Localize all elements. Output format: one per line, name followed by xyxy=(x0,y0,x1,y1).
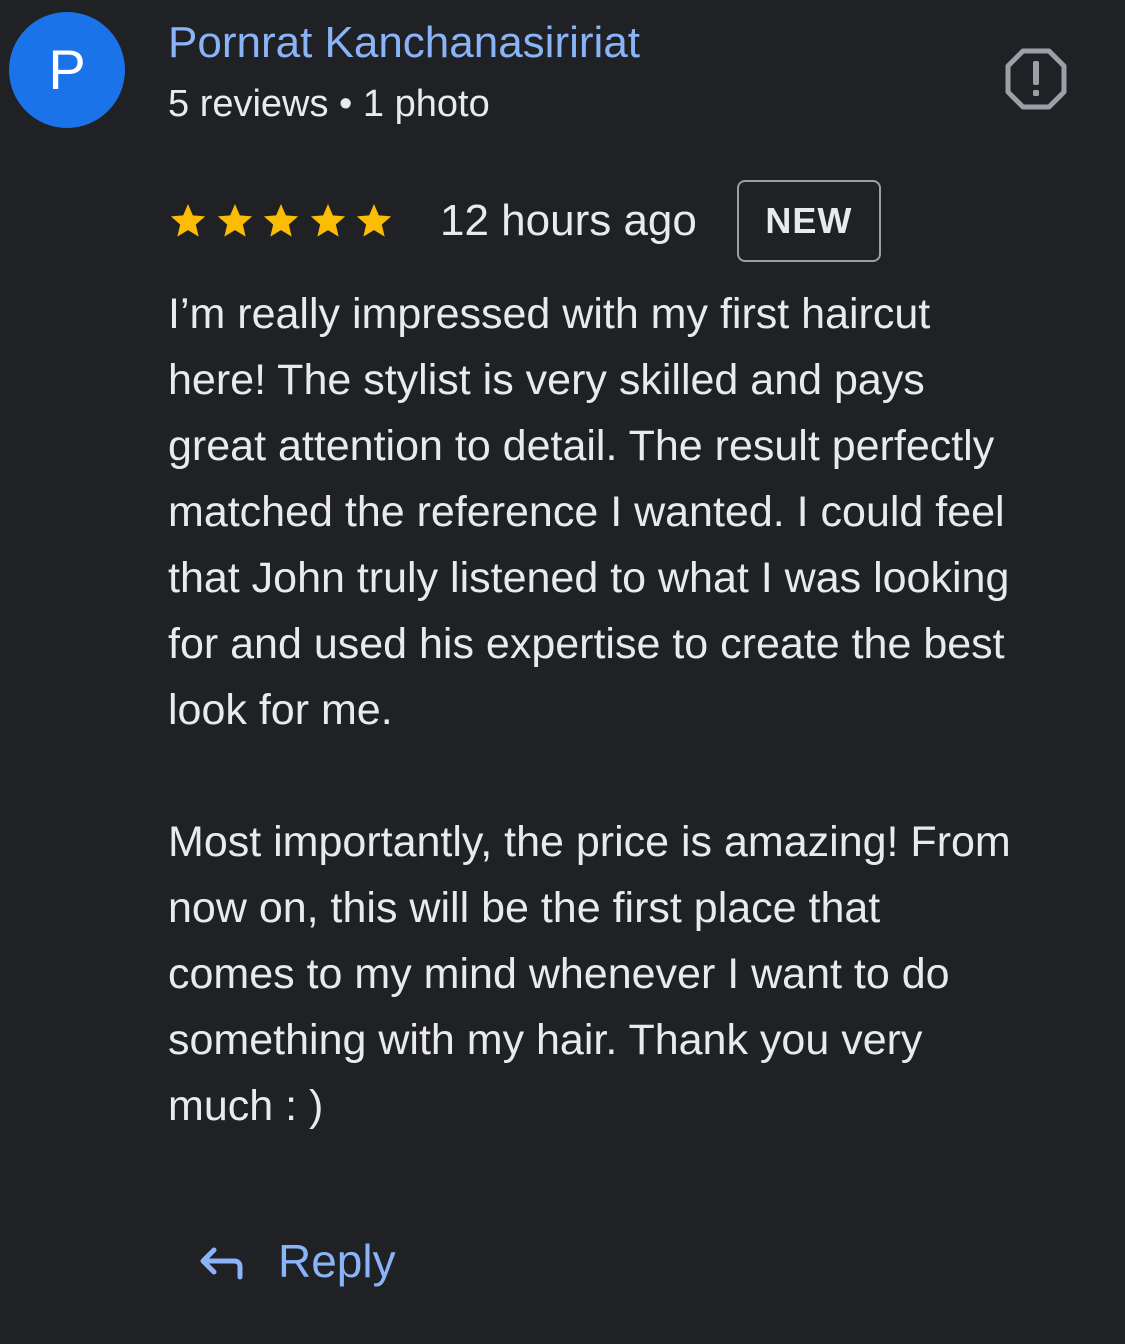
star-filled-icon xyxy=(263,204,299,237)
reply-button[interactable]: Reply xyxy=(196,1226,396,1296)
report-flag-icon xyxy=(1005,48,1067,110)
star-filled-icon xyxy=(310,204,345,237)
rating-row: 12 hours ago NEW xyxy=(168,180,881,262)
star-filled-icon xyxy=(356,204,392,237)
review-paragraph-1: I’m really impressed with my first hairc… xyxy=(168,290,1010,734)
review-timestamp: 12 hours ago xyxy=(440,196,697,245)
author-name[interactable]: Pornrat Kanchanasiririat xyxy=(168,16,640,70)
star-filled-icon xyxy=(170,204,206,237)
avatar-initial: P xyxy=(48,38,86,101)
reply-arrow-icon xyxy=(200,1247,243,1280)
author-meta: 5 reviews • 1 photo xyxy=(168,83,490,125)
star-rating xyxy=(168,201,394,241)
reply-label: Reply xyxy=(278,1235,396,1287)
avatar[interactable]: P xyxy=(9,12,125,128)
report-button[interactable] xyxy=(1003,46,1069,112)
review-text: I’m really impressed with my first hairc… xyxy=(168,281,1118,1139)
new-badge: NEW xyxy=(736,180,881,262)
review-paragraph-2: Most importantly, the price is amazing! … xyxy=(168,818,1011,1130)
star-filled-icon xyxy=(217,204,252,237)
review-card: P Pornrat Kanchanasiririat 5 reviews • 1… xyxy=(0,0,1125,1344)
